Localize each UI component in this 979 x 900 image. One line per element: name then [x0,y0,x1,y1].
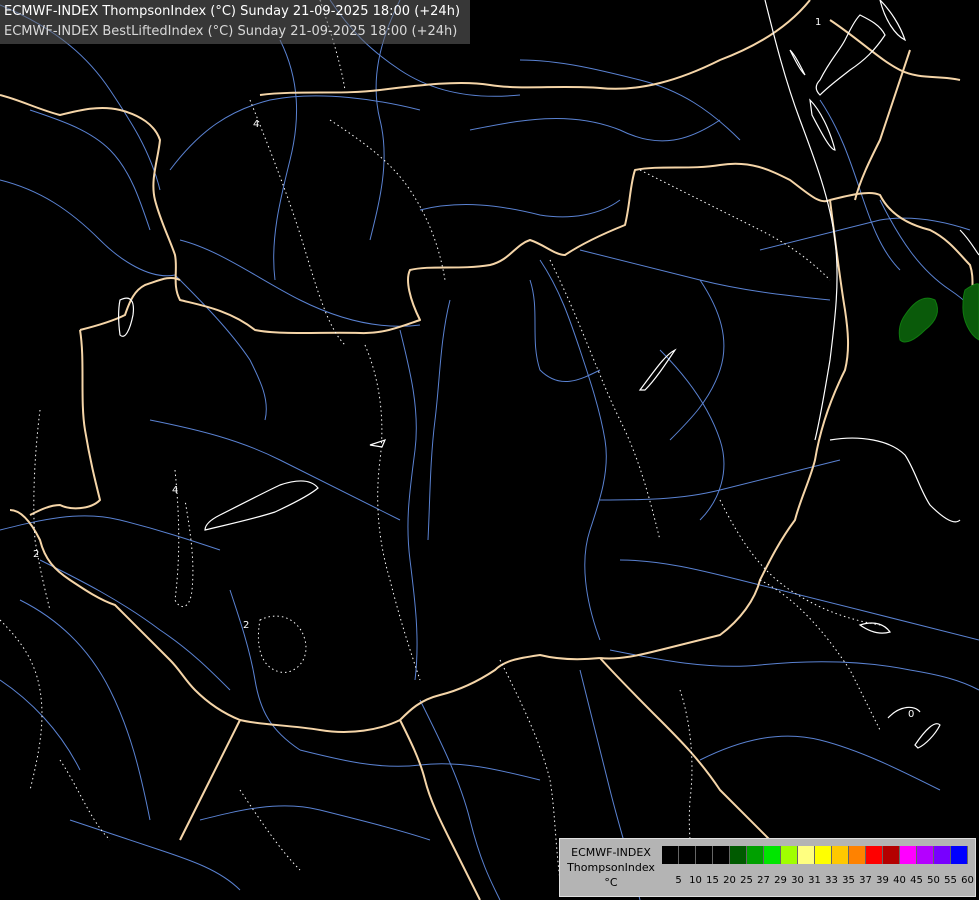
legend-swatch [917,846,934,864]
legend-tick-label: 29 [774,875,787,886]
contour-label: 0 [908,709,914,720]
legend-swatch [866,846,883,864]
map-title-lifted-index: ECMWF-INDEX BestLiftedIndex (°C) Sunday … [4,24,458,39]
legend-tick-label: 50 [927,875,940,886]
legend-swatch [883,846,900,864]
legend-tick-label: 15 [706,875,719,886]
legend-swatch [747,846,764,864]
legend-unit: °C [604,876,618,889]
legend-swatch [849,846,866,864]
legend-swatch [798,846,815,864]
legend-tick-label: 39 [876,875,889,886]
legend-tick-label: 20 [723,875,736,886]
contour-label: 1 [815,17,821,28]
contour-label: 2 [33,549,39,560]
weather-map: 4 4 2 2 0 1 [0,0,979,900]
legend-swatch [951,846,968,864]
contour-label: 2 [243,620,249,631]
legend-tick-label: 31 [808,875,821,886]
color-legend: ECMWF-INDEX ThompsonIndex °C 5 10 15 20 25 27… [559,838,976,897]
legend-swatch [730,846,747,864]
legend-tick-label: 25 [740,875,753,886]
legend-title: ECMWF-INDEX ThompsonIndex °C [562,845,660,890]
contour-label: 4 [172,485,178,496]
legend-swatch [764,846,781,864]
legend-title-parameter: ThompsonIndex [567,861,655,874]
legend-swatch [696,846,713,864]
legend-swatch [679,846,696,864]
legend-swatch [781,846,798,864]
legend-tick-label: 37 [859,875,872,886]
map-background [0,0,979,900]
map-title-box: ECMWF-INDEX ThompsonIndex (°C) Sunday 21… [0,0,470,44]
legend-swatch [662,846,679,864]
legend-swatch [815,846,832,864]
legend-tick-label: 45 [910,875,923,886]
legend-swatch [832,846,849,864]
legend-tick-labels: 5 10 15 20 25 27 29 30 31 33 35 37 39 40 45 50 55 60 [670,875,976,886]
legend-tick-label: 10 [689,875,702,886]
legend-tick-label: 55 [944,875,957,886]
legend-tick-label: 5 [675,875,682,886]
legend-title-model: ECMWF-INDEX [571,846,651,859]
legend-swatch [900,846,917,864]
legend-swatches [662,846,968,864]
legend-tick-label: 35 [842,875,855,886]
map-title-thompson: ECMWF-INDEX ThompsonIndex (°C) Sunday 21… [4,4,461,19]
legend-swatch [713,846,730,864]
legend-tick-label: 27 [757,875,770,886]
legend-tick-label: 33 [825,875,838,886]
legend-swatch [934,846,951,864]
legend-tick-label: 30 [791,875,804,886]
contour-label: 4 [253,119,259,130]
legend-tick-label: 60 [961,875,974,886]
legend-tick-label: 40 [893,875,906,886]
